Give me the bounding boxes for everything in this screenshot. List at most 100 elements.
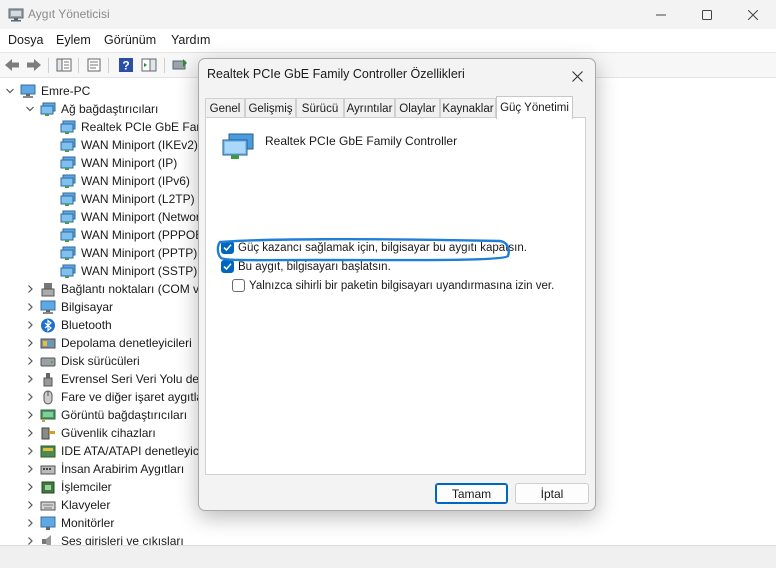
tree-category-row[interactable]: Monitörler <box>24 514 114 532</box>
tree-category-row[interactable]: Görüntü bağdaştırıcıları <box>24 406 187 424</box>
tree-category-label: İşlemciler <box>61 480 112 494</box>
chevron-right-icon[interactable] <box>24 283 36 295</box>
chevron-right-icon[interactable] <box>24 517 36 529</box>
tree-category-row[interactable]: Klavyeler <box>24 496 110 514</box>
chevron-right-icon[interactable] <box>24 337 36 349</box>
properties-button[interactable] <box>84 56 104 74</box>
device-manager-icon <box>8 8 24 22</box>
tree-category-row[interactable]: Ses girişleri ve çıkışları <box>24 532 184 545</box>
tree-category-label: Bilgisayar <box>61 300 114 314</box>
tree-category-label: Monitörler <box>61 516 115 530</box>
chevron-right-icon[interactable] <box>24 391 36 403</box>
tab-details[interactable]: Ayrıntılar <box>344 98 395 118</box>
tree-category-network-adapters[interactable]: Ağ bağdaştırıcıları <box>24 100 158 118</box>
close-button[interactable] <box>730 0 776 29</box>
checkbox-unchecked[interactable] <box>232 279 245 292</box>
tree-device-row[interactable]: WAN Miniport (PPPOE) <box>60 226 207 244</box>
console-tree-icon <box>56 58 72 72</box>
tree-category-row[interactable]: Bluetooth <box>24 316 112 334</box>
dialog-close-button[interactable] <box>563 63 591 89</box>
checkbox-checked[interactable] <box>221 260 234 273</box>
menu-action[interactable]: Eylem <box>56 33 91 47</box>
tree-category-row[interactable]: Depolama denetleyicileri <box>24 334 192 352</box>
checkbox-checked[interactable] <box>221 241 234 254</box>
tree-category-row[interactable]: Fare ve diğer işaret aygıtları <box>24 388 210 406</box>
tree-category-row[interactable]: IDE ATA/ATAPI denetleyicileri <box>24 442 218 460</box>
menu-help[interactable]: Yardım <box>171 33 210 47</box>
svg-text:?: ? <box>122 59 129 73</box>
network-adapter-icon <box>60 120 76 134</box>
maximize-button[interactable] <box>684 0 730 29</box>
option-magic-packet-only[interactable]: Yalnızca sihirli bir paketin bilgisayarı… <box>232 278 554 293</box>
ide-controller-icon <box>40 445 56 457</box>
tree-category-label: Klavyeler <box>61 498 111 512</box>
chevron-right-icon[interactable] <box>24 445 36 457</box>
show-hide-console-tree-button[interactable] <box>54 56 74 74</box>
chevron-right-icon[interactable] <box>24 463 36 475</box>
menu-view[interactable]: Görünüm <box>104 33 156 47</box>
tab-power-management[interactable]: Güç Yönetimi <box>496 96 573 119</box>
network-adapter-icon <box>60 246 76 260</box>
chevron-right-icon[interactable] <box>24 355 36 367</box>
chevron-right-icon[interactable] <box>24 301 36 313</box>
tree-category-row[interactable]: İnsan Arabirim Aygıtları <box>24 460 184 478</box>
computer-icon <box>40 300 56 314</box>
audio-icon <box>42 534 51 545</box>
tree-category-label: Ağ bağdaştırıcıları <box>61 102 159 116</box>
tree-device-row[interactable]: WAN Miniport (L2TP) <box>60 190 195 208</box>
update-driver-icon <box>172 59 187 70</box>
tab-advanced[interactable]: Gelişmiş <box>245 98 296 118</box>
tab-general[interactable]: Genel <box>205 98 245 118</box>
update-driver-button[interactable] <box>170 56 190 74</box>
tab-driver[interactable]: Sürücü <box>296 98 344 118</box>
storage-controller-icon <box>40 338 56 348</box>
tab-strip: Genel Gelişmiş Sürücü Ayrıntılar Olaylar… <box>205 96 585 119</box>
chevron-right-icon[interactable] <box>24 499 36 511</box>
toolbar-separator <box>48 58 49 73</box>
tab-resources[interactable]: Kaynaklar <box>440 98 496 118</box>
tree-category-label: Fare ve diğer işaret aygıtları <box>61 390 211 404</box>
chevron-right-icon[interactable] <box>24 481 36 493</box>
help-button[interactable]: ? <box>116 56 136 74</box>
window-title: Aygıt Yöneticisi <box>28 7 110 21</box>
tree-category-row[interactable]: Güvenlik cihazları <box>24 424 156 442</box>
disk-drive-icon <box>40 357 56 366</box>
action-pane-button[interactable] <box>139 56 159 74</box>
tree-device-label: WAN Miniport (SSTP) <box>81 264 198 278</box>
option-label: Yalnızca sihirli bir paketin bilgisayarı… <box>249 279 555 292</box>
menu-file[interactable]: Dosya <box>8 33 43 47</box>
chevron-right-icon[interactable] <box>24 409 36 421</box>
option-allow-power-off[interactable]: Güç kazancı sağlamak için, bilgisayar bu… <box>221 240 527 255</box>
status-bar <box>0 545 776 568</box>
tree-device-row[interactable]: WAN Miniport (SSTP) <box>60 262 197 280</box>
chevron-right-icon[interactable] <box>24 319 36 331</box>
tree-device-row[interactable]: WAN Miniport (IPv6) <box>60 172 190 190</box>
minimize-button[interactable] <box>638 0 684 29</box>
tree-root[interactable]: Emre-PC <box>4 82 90 100</box>
chevron-right-icon[interactable] <box>24 427 36 439</box>
tree-device-row[interactable]: WAN Miniport (IP) <box>60 154 177 172</box>
chevron-right-icon[interactable] <box>24 535 36 545</box>
ok-button[interactable]: Tamam <box>435 483 508 504</box>
tab-events[interactable]: Olaylar <box>395 98 440 118</box>
option-allow-wake[interactable]: Bu aygıt, bilgisayarı başlatsın. <box>221 259 391 274</box>
tree-device-row[interactable]: WAN Miniport (PPTP) <box>60 244 197 262</box>
keyboard-icon <box>40 501 56 510</box>
tree-category-label: Disk sürücüleri <box>61 354 140 368</box>
cancel-button[interactable]: İptal <box>515 483 589 504</box>
tree-category-row[interactable]: Bilgisayar <box>24 298 113 316</box>
back-button[interactable] <box>2 56 22 74</box>
title-bar: Aygıt Yöneticisi <box>0 0 776 29</box>
network-adapter-icon <box>60 174 76 188</box>
tree-device-row[interactable]: WAN Miniport (IKEv2) <box>60 136 198 154</box>
network-adapter-icon <box>60 156 76 170</box>
tree-category-row[interactable]: Disk sürücüleri <box>24 352 140 370</box>
chevron-down-icon[interactable] <box>4 85 16 97</box>
forward-button[interactable] <box>24 56 44 74</box>
tree-category-row[interactable]: İşlemciler <box>24 478 112 496</box>
usb-icon <box>43 372 53 386</box>
chevron-right-icon[interactable] <box>24 373 36 385</box>
menu-bar: Dosya Eylem Görünüm Yardım <box>0 29 776 51</box>
network-adapter-icon <box>60 138 76 152</box>
chevron-down-icon[interactable] <box>24 103 36 115</box>
